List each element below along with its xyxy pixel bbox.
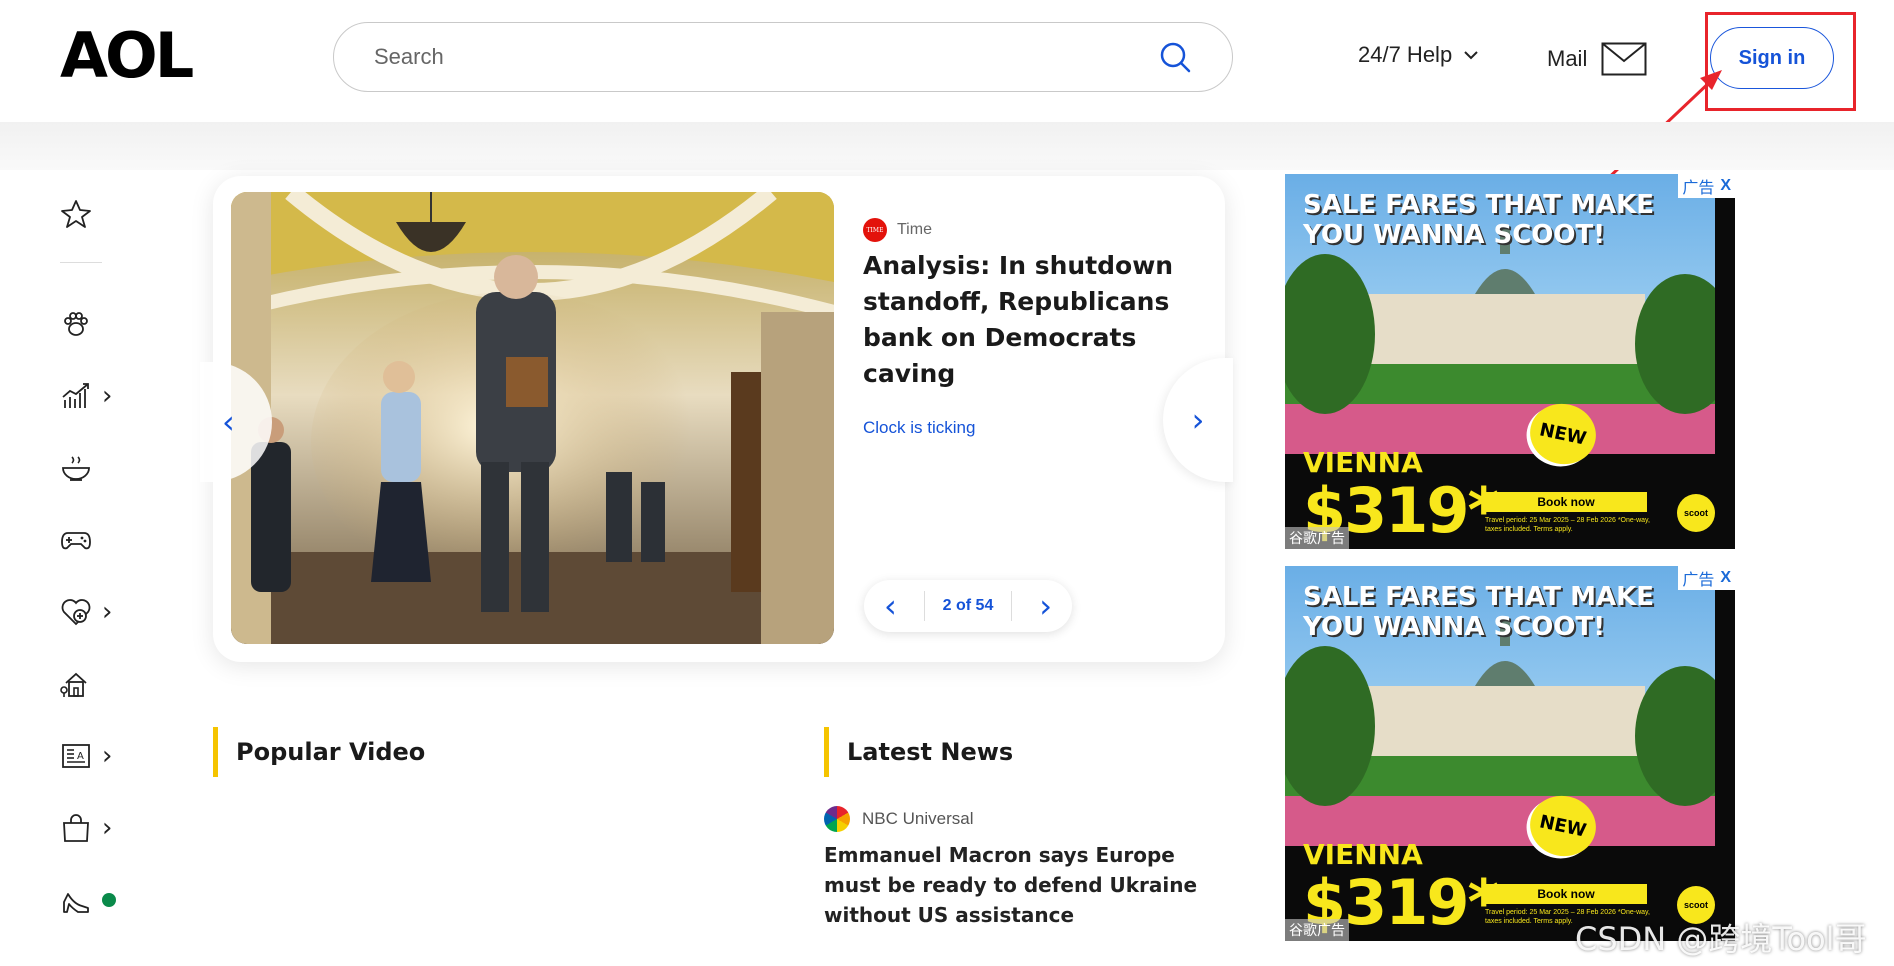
chevron-right-icon: › [102, 597, 113, 627]
top-header: AOL 24/7 Help Mail Sign in [0, 0, 1894, 122]
sign-in-button[interactable]: Sign in [1710, 27, 1834, 89]
ad-book-now-button[interactable]: Book now [1485, 492, 1647, 512]
sidebar-item-home[interactable] [60, 668, 92, 700]
food-bowl-icon [62, 456, 90, 481]
ad-headline: SALE FARES THAT MAKE YOU WANNA SCOOT! [1303, 582, 1654, 642]
search-bar[interactable] [333, 22, 1233, 92]
ad-label: 广告 X [1678, 566, 1735, 590]
paw-icon [64, 312, 88, 336]
search-input[interactable] [374, 44, 1158, 70]
search-icon[interactable] [1158, 40, 1192, 74]
sidebar-item-pets[interactable] [60, 308, 92, 340]
sidebar-item-games[interactable] [60, 524, 92, 556]
sidebar-item-news[interactable]: A › [60, 740, 112, 772]
csdn-watermark: CSDN @跨境Tool哥 [1575, 920, 1867, 958]
close-icon[interactable]: X [1720, 177, 1731, 195]
chevron-left-icon: ‹ [222, 403, 235, 441]
source-name: Time [897, 221, 932, 238]
pager-next-icon[interactable]: › [1039, 587, 1052, 625]
svg-text:A: A [77, 751, 84, 762]
sidebar-divider [60, 262, 102, 263]
sidebar-item-favorites[interactable] [60, 198, 92, 230]
scoot-logo: scoot [1677, 494, 1715, 532]
sidebar-item-food[interactable] [60, 452, 92, 484]
star-icon [61, 200, 91, 228]
news-source: NBC Universal [824, 806, 973, 832]
ad-headline: SALE FARES THAT MAKE YOU WANNA SCOOT! [1303, 190, 1654, 250]
header-band [0, 122, 1894, 170]
ad-book-now-button[interactable]: Book now [1485, 884, 1647, 904]
article-subhead[interactable]: Clock is ticking [863, 418, 975, 438]
chevron-right-icon: › [102, 813, 113, 843]
chevron-right-icon: › [1191, 401, 1205, 439]
high-heel-icon [63, 893, 89, 913]
mail-label: Mail [1547, 46, 1588, 71]
news-icon: A [62, 744, 90, 768]
mail-link[interactable]: Mail [1547, 42, 1647, 76]
help-label: 24/7 Help [1358, 42, 1453, 67]
popular-video-heading: Popular Video [213, 727, 425, 777]
close-icon[interactable]: X [1720, 569, 1731, 587]
sidebar-item-style[interactable] [60, 884, 116, 916]
chevron-right-icon: › [102, 741, 113, 771]
time-logo-icon: TIME [863, 218, 887, 242]
ad-label-text: 广告 [1682, 180, 1715, 197]
chevron-down-icon [1464, 51, 1478, 60]
news-source-name: NBC Universal [862, 809, 974, 828]
sidebar-item-health[interactable]: › [60, 596, 112, 628]
latest-news-heading: Latest News [824, 727, 1013, 777]
gamepad-icon [61, 532, 91, 550]
carousel-pager: ‹ 2 of 54 › [864, 580, 1072, 632]
ad-provider-label: 谷歌广告 [1285, 919, 1349, 941]
ad-fine-print: Travel period: 25 Mar 2025 – 28 Feb 2026… [1485, 517, 1650, 533]
capitol-photo [231, 192, 834, 644]
help-menu[interactable]: 24/7 Help [1358, 42, 1478, 68]
ad-label-text: 广告 [1682, 572, 1715, 589]
sidebar-item-finance[interactable]: › [60, 380, 112, 412]
ad-banner-2[interactable]: SALE FARES THAT MAKE YOU WANNA SCOOT! 广告… [1285, 566, 1735, 941]
status-dot [102, 893, 116, 907]
featured-carousel: TIME Time Analysis: In shutdown standoff… [213, 176, 1225, 662]
envelope-icon [1601, 42, 1647, 76]
pager-prev-icon[interactable]: ‹ [884, 587, 897, 625]
news-headline[interactable]: Emmanuel Macron says Europe must be read… [824, 840, 1234, 930]
health-heart-icon [61, 599, 91, 626]
ad-banner-1[interactable]: SALE FARES THAT MAKE YOU WANNA SCOOT! 广告… [1285, 174, 1735, 549]
nbc-logo-icon [824, 806, 850, 832]
featured-photo[interactable] [231, 192, 834, 644]
ad-label: 广告 X [1678, 174, 1735, 198]
chevron-right-icon: › [102, 381, 113, 411]
article-headline[interactable]: Analysis: In shutdown standoff, Republic… [863, 248, 1183, 392]
slide-counter: 2 of 54 [923, 591, 1013, 621]
ad-provider-label: 谷歌广告 [1285, 527, 1349, 549]
home-icon [60, 672, 87, 697]
shopping-bag-icon [63, 814, 89, 842]
aol-logo[interactable]: AOL [60, 25, 194, 87]
sidebar-item-shopping[interactable]: › [60, 812, 112, 844]
finance-chart-icon [62, 383, 89, 408]
article-source: TIME Time [863, 218, 932, 242]
